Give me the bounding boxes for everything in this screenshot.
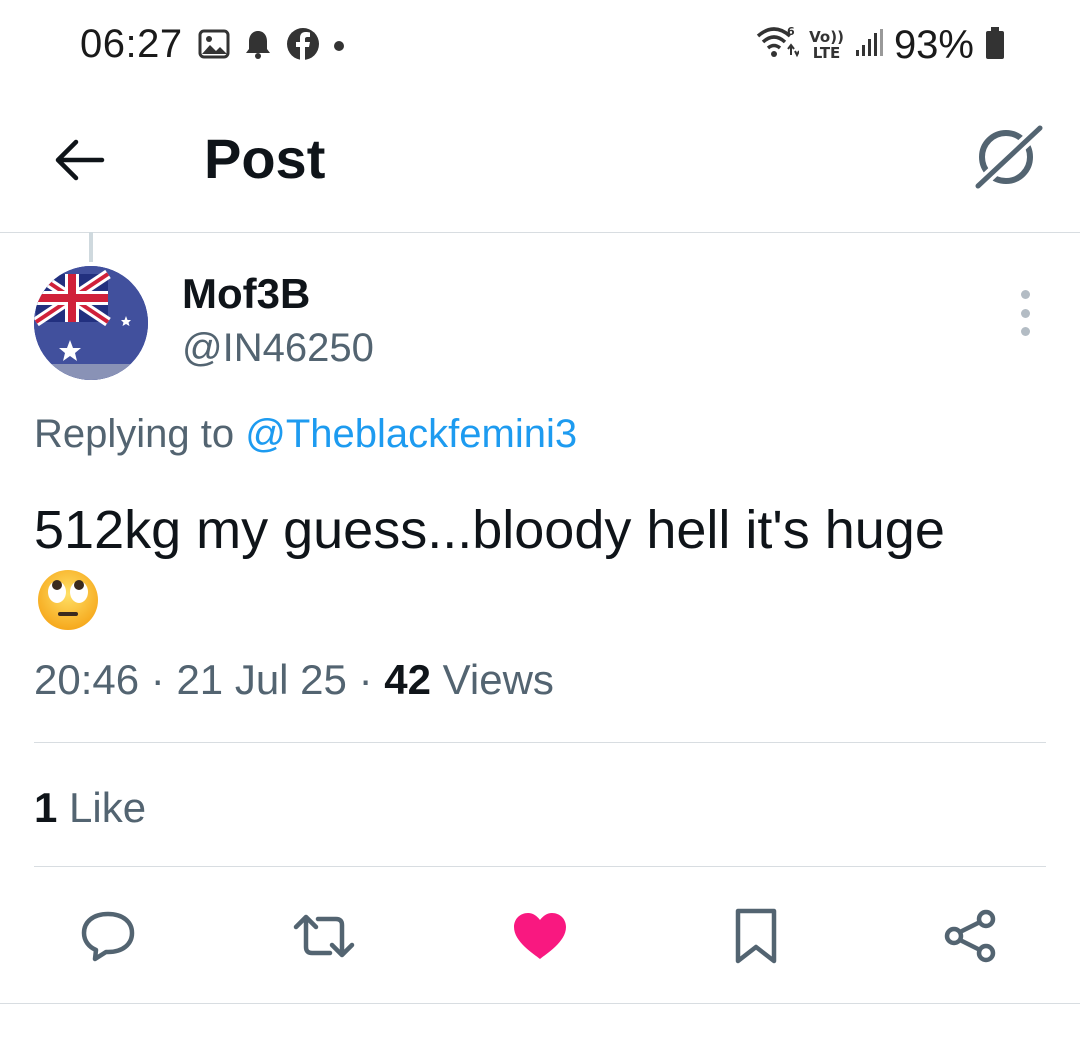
more-dot [1020,308,1030,318]
face-with-rolling-eyes-emoji [36,568,100,632]
post-actions [0,900,1080,972]
facebook-icon [286,27,320,66]
divider [0,1003,1080,1004]
battery-icon [984,26,1006,65]
replying-to: Replying to @Theblackfemini3 [34,412,577,457]
divider [34,742,1046,743]
network-label: LTE [812,44,841,62]
replying-handle-link[interactable]: @Theblackfemini3 [245,412,577,456]
share-icon [944,909,996,963]
signal-icon [854,28,884,63]
more-options-button[interactable] [1010,290,1040,336]
more-dot [1020,290,1030,299]
post-text: 512kg my guess...bloody hell it's huge [34,500,945,560]
share-button[interactable] [934,900,1006,972]
notification-icons [198,27,344,66]
thread-connector [89,232,93,262]
grok-icon [973,123,1044,191]
grok-button[interactable] [970,118,1046,194]
like-button[interactable] [504,900,576,972]
bookmark-icon [735,908,777,964]
status-time: 06:27 [80,22,183,66]
reply-button[interactable] [72,900,144,972]
repost-button[interactable] [288,900,360,972]
user-handle[interactable]: @IN46250 [182,326,374,371]
back-button[interactable] [50,130,110,190]
system-icons: 6 Vo)) LTE 93% [755,22,1006,68]
status-bar: 06:27 6 Vo)) LTE 93% [0,0,1080,90]
meta-separator: · [139,656,177,703]
svg-text:6: 6 [787,25,795,38]
divider [34,866,1046,867]
views-label: Views [430,656,554,703]
post-date: 21 Jul 25 [176,656,347,703]
heart-icon [514,913,566,959]
reply-icon [81,911,135,962]
bookmark-button[interactable] [720,900,792,972]
likes-label: Like [57,784,147,831]
wifi-6-icon: 6 [755,25,801,66]
post-time: 20:46 [34,656,140,703]
bell-icon [244,28,272,65]
australian-flag-avatar [34,266,148,380]
likes-count: 1 [34,784,58,831]
post-meta: 20:46 · 21 Jul 25 · 42 Views [34,656,554,704]
repost-icon [293,914,355,958]
arrow-left-icon [55,139,105,181]
volte-icon: Vo)) LTE [809,29,844,61]
image-icon [198,28,230,65]
battery-percent: 93% [893,22,974,67]
views-count: 42 [384,656,431,703]
replying-prefix: Replying to [34,412,246,456]
likes-summary[interactable]: 1 Like [34,784,146,832]
display-name[interactable]: Mof3B [182,270,310,318]
avatar[interactable] [34,266,148,380]
top-app-bar: Post [0,90,1080,233]
meta-separator: · [346,656,385,703]
volte-label: Vo)) [809,28,844,46]
dot-icon [334,41,344,51]
more-dot [1020,327,1030,336]
page-title: Post [204,127,326,190]
